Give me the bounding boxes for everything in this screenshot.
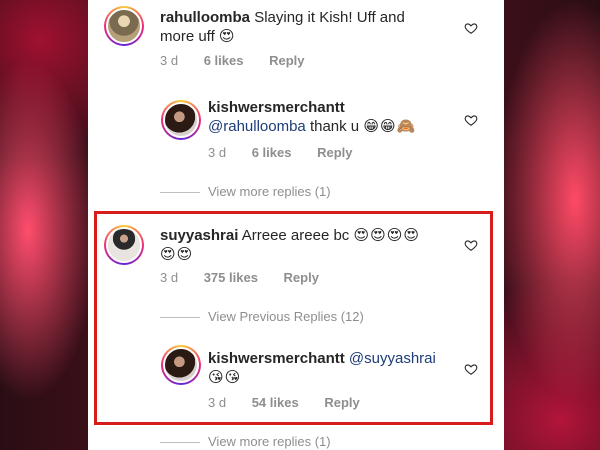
avatar-image	[106, 227, 142, 263]
avatar-rahulloomba[interactable]	[104, 6, 144, 46]
heart-icon[interactable]	[464, 362, 478, 376]
heart-icon[interactable]	[464, 113, 478, 127]
heart-icon[interactable]	[464, 21, 478, 35]
mention-link[interactable]: @rahulloomba	[208, 118, 306, 135]
comment-time: 3 d	[160, 53, 179, 68]
comment-emoji-line2: 😍😍	[160, 246, 194, 263]
avatar-kishwersmerchantt[interactable]	[161, 100, 201, 140]
avatar-kishwersmerchantt[interactable]	[161, 345, 201, 385]
heart-icon[interactable]	[464, 238, 478, 252]
avatar-image	[163, 102, 199, 138]
likes-count[interactable]: 375 likes	[204, 270, 258, 285]
comment-meta: 3 d 375 likes Reply	[160, 270, 319, 285]
view-previous-replies-link[interactable]: View Previous Replies (12)	[160, 309, 364, 324]
likes-count[interactable]: 6 likes	[252, 145, 292, 160]
comment-emoji: 😁😁🙈	[363, 118, 417, 135]
comment-text-kishwersmerchantt: kishwersmerchantt @suyyashrai 😘😘	[208, 349, 458, 387]
avatar-image	[163, 347, 199, 383]
likes-count[interactable]: 6 likes	[204, 53, 244, 68]
divider-line	[160, 442, 200, 444]
view-more-replies-link[interactable]: View more replies (1)	[160, 184, 331, 199]
avatar-image	[106, 8, 142, 44]
reply-button[interactable]: Reply	[269, 53, 304, 68]
divider-line	[160, 192, 200, 194]
comment-emoji: 😍😍😍😍	[353, 227, 421, 244]
comment-emoji: 😍	[218, 28, 236, 45]
username[interactable]: suyyashrai	[160, 227, 238, 244]
reply-button[interactable]: Reply	[284, 270, 319, 285]
comment-body: thank u	[305, 118, 360, 135]
comment-body: Arreee areee bc	[241, 227, 350, 244]
divider-line	[160, 317, 200, 319]
comment-meta: 3 d 6 likes Reply	[160, 53, 305, 68]
likes-count[interactable]: 54 likes	[252, 395, 299, 410]
reply-button[interactable]: Reply	[324, 395, 359, 410]
username[interactable]: kishwersmerchantt	[208, 99, 345, 116]
comment-time: 3 d	[208, 145, 227, 160]
comment-emoji: 😘😘	[208, 369, 242, 386]
comment-meta: 3 d 6 likes Reply	[208, 145, 353, 160]
username[interactable]: rahulloomba	[160, 9, 250, 26]
comment-meta: 3 d 54 likes Reply	[208, 395, 360, 410]
reply-button[interactable]: Reply	[317, 145, 352, 160]
username[interactable]: kishwersmerchantt	[208, 350, 345, 367]
avatar-suyyashrai[interactable]	[104, 225, 144, 265]
view-more-label: View more replies (1)	[208, 184, 331, 199]
comment-time: 3 d	[160, 270, 179, 285]
view-more-label: View more replies (1)	[208, 434, 331, 449]
view-previous-label: View Previous Replies (12)	[208, 309, 364, 324]
comment-text-rahulloomba: rahulloomba Slaying it Kish! Uff and mor…	[160, 8, 440, 46]
comment-time: 3 d	[208, 395, 227, 410]
view-more-replies-link[interactable]: View more replies (1)	[160, 434, 331, 449]
comment-text-kishwersmerchantt: kishwersmerchantt @rahulloomba thank u 😁…	[208, 98, 458, 136]
comment-text-suyyashrai: suyyashrai Arreee areee bc 😍😍😍😍 😍😍	[160, 226, 450, 264]
mention-link[interactable]: @suyyashrai	[349, 350, 436, 367]
